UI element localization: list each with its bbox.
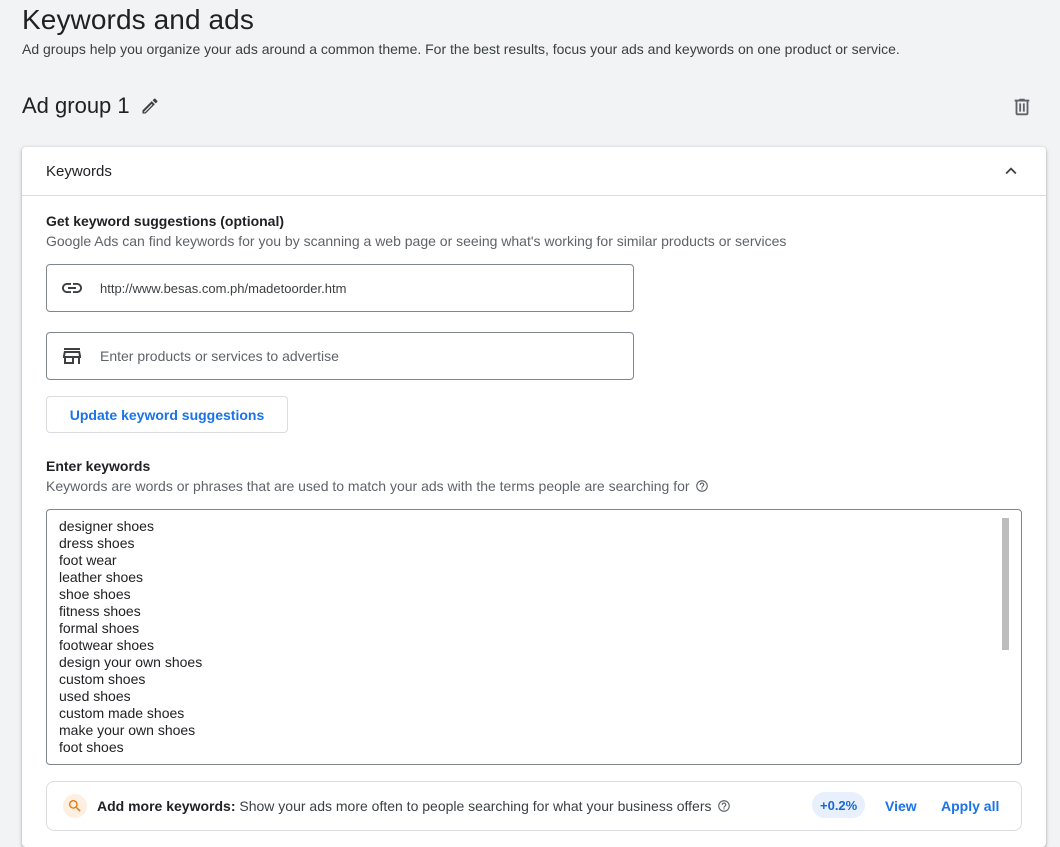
- update-keyword-suggestions-button[interactable]: Update keyword suggestions: [46, 396, 288, 433]
- keyword-line: leather shoes: [59, 569, 144, 585]
- keyword-line: custom made shoes: [59, 705, 185, 721]
- ad-group-header: Ad group 1: [22, 93, 160, 119]
- add-more-keywords-description: Show your ads more often to people searc…: [239, 798, 712, 814]
- enter-keywords-description-row: Keywords are words or phrases that are u…: [46, 478, 709, 494]
- keywords-textarea[interactable]: designer shoes dress shoes foot wear lea…: [46, 509, 1022, 765]
- url-input-value: http://www.besas.com.ph/madetoorder.htm: [100, 280, 347, 296]
- keyword-line: footwear shoes: [59, 637, 154, 653]
- products-input[interactable]: Enter products or services to advertise: [46, 332, 634, 380]
- page-subtitle: Ad groups help you organize your ads aro…: [22, 41, 900, 57]
- keyword-line: make your own shoes: [59, 722, 196, 738]
- optimization-score-chip: +0.2%: [812, 792, 866, 818]
- keywords-card-header[interactable]: Keywords: [22, 147, 1046, 196]
- keyword-line: foot shoes: [59, 739, 124, 755]
- enter-keywords-description: Keywords are words or phrases that are u…: [46, 478, 690, 494]
- pencil-icon[interactable]: [140, 96, 160, 116]
- keyword-line: formal shoes: [59, 620, 140, 636]
- suggestions-title: Get keyword suggestions (optional): [46, 213, 285, 229]
- keyword-line: shoe shoes: [59, 586, 131, 602]
- enter-keywords-title: Enter keywords: [46, 458, 151, 474]
- help-circle-icon[interactable]: [717, 799, 731, 813]
- keyword-line: design your own shoes: [59, 654, 203, 670]
- help-circle-icon[interactable]: [695, 479, 709, 493]
- apply-all-button[interactable]: Apply all: [941, 782, 999, 830]
- url-input[interactable]: http://www.besas.com.ph/madetoorder.htm: [46, 264, 634, 312]
- add-more-keywords-text: Add more keywords: Show your ads more of…: [97, 798, 731, 814]
- add-more-keywords-label: Add more keywords:: [97, 798, 236, 814]
- keyword-line: used shoes: [59, 688, 131, 704]
- view-button[interactable]: View: [885, 782, 917, 830]
- suggestions-description: Google Ads can find keywords for you by …: [46, 233, 787, 249]
- keyword-line: custom shoes: [59, 671, 146, 687]
- chevron-up-icon[interactable]: [1000, 160, 1022, 182]
- trash-icon[interactable]: [1011, 96, 1033, 118]
- link-icon: [60, 276, 84, 300]
- keyword-line: foot wear: [59, 552, 117, 568]
- keyword-line: fitness shoes: [59, 603, 141, 619]
- keywords-card: Keywords Get keyword suggestions (option…: [22, 147, 1046, 847]
- keyword-line: dress shoes: [59, 535, 135, 551]
- ad-group-title: Ad group 1: [22, 93, 130, 118]
- store-icon: [60, 344, 84, 368]
- search-icon: [63, 794, 87, 818]
- products-input-placeholder: Enter products or services to advertise: [100, 348, 339, 364]
- keywords-list: designer shoes dress shoes foot wear lea…: [47, 510, 1021, 756]
- add-more-keywords-bar: Add more keywords: Show your ads more of…: [46, 781, 1022, 831]
- textarea-scrollbar[interactable]: [1002, 518, 1009, 650]
- keyword-line: designer shoes: [59, 518, 154, 534]
- keywords-card-title: Keywords: [46, 162, 112, 180]
- page-title: Keywords and ads: [22, 4, 254, 35]
